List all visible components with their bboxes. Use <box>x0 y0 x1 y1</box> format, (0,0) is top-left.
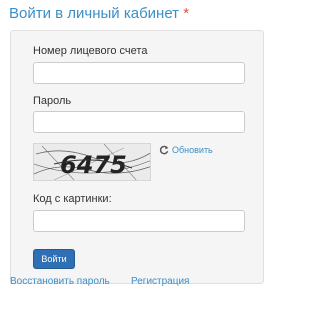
page-title: Войти в личный кабинет * <box>9 5 189 22</box>
password-input[interactable] <box>33 111 245 133</box>
page-title-text: Войти в личный кабинет <box>9 5 180 22</box>
account-number-label: Номер лицевого счета <box>33 45 148 57</box>
refresh-icon <box>159 145 169 155</box>
password-label: Пароль <box>33 95 72 107</box>
captcha-graphic: 6475 <box>34 144 150 180</box>
refresh-captcha-label: Обновить <box>172 145 213 155</box>
login-button[interactable]: Войти <box>33 249 75 269</box>
account-number-input[interactable] <box>33 62 245 84</box>
captcha-code-label: Код с картинки: <box>33 193 112 205</box>
captcha-image: 6475 <box>33 143 151 181</box>
register-link[interactable]: Регистрация <box>131 276 189 287</box>
captcha-code-input[interactable] <box>33 210 245 232</box>
restore-password-link[interactable]: Восстановить пароль <box>10 276 110 287</box>
login-page: Войти в личный кабинет * Номер лицевого … <box>0 0 276 320</box>
captcha-text: 6475 <box>60 151 127 179</box>
login-form-panel: Номер лицевого счета Пароль 6475 Обновит… <box>10 30 264 284</box>
required-mark: * <box>183 5 190 22</box>
refresh-captcha-link[interactable]: Обновить <box>159 145 213 155</box>
